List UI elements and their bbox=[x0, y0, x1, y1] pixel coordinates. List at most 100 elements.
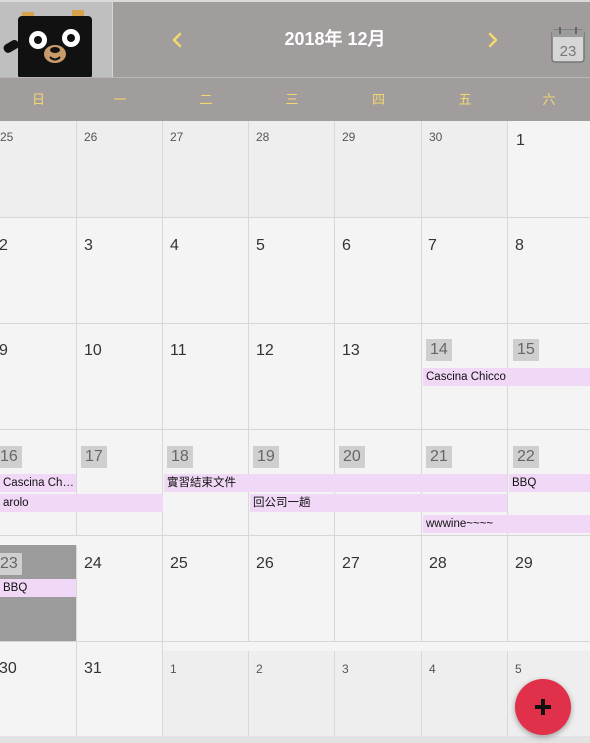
day-number: 5 bbox=[515, 662, 522, 676]
day-number: 5 bbox=[256, 237, 265, 254]
day-cell[interactable]: 10 bbox=[77, 324, 163, 429]
day-cell[interactable]: 4 bbox=[163, 218, 249, 323]
day-number: 26 bbox=[256, 555, 274, 572]
day-cell[interactable]: 29 bbox=[508, 536, 590, 641]
day-number: 2 bbox=[256, 662, 263, 676]
day-cell[interactable]: 26 bbox=[249, 536, 335, 641]
day-cell[interactable]: 3 bbox=[335, 651, 422, 736]
day-cell[interactable]: 17 bbox=[77, 430, 163, 535]
day-number: 25 bbox=[170, 555, 188, 572]
event-bar[interactable]: BBQ bbox=[0, 579, 76, 597]
day-cell[interactable]: 1 bbox=[163, 651, 249, 736]
weekday-sat: 六 bbox=[542, 92, 556, 107]
day-cell[interactable]: 25 bbox=[163, 536, 249, 641]
event-bar[interactable]: wwwine~~~~ bbox=[423, 515, 590, 533]
day-number-highlighted: 22 bbox=[513, 446, 539, 468]
event-bar[interactable]: 回公司一趟 bbox=[250, 494, 507, 512]
weekday-fri: 五 bbox=[458, 92, 472, 107]
calendar-header: 2018年 12月 23 bbox=[0, 0, 590, 79]
day-number: 11 bbox=[170, 342, 187, 359]
month-title: 2018年 12月 bbox=[284, 29, 386, 49]
day-cell[interactable]: 28 bbox=[422, 536, 508, 641]
day-cell[interactable]: 11 bbox=[163, 324, 249, 429]
weekday-mon: 一 bbox=[113, 92, 127, 107]
day-cell[interactable]: 12 bbox=[249, 324, 335, 429]
day-cell[interactable]: 7 bbox=[422, 218, 508, 323]
day-number-highlighted: 21 bbox=[426, 446, 452, 468]
day-number: 6 bbox=[342, 237, 351, 254]
event-bar[interactable]: BBQ bbox=[509, 474, 590, 492]
day-number: 1 bbox=[170, 662, 177, 676]
weekday-tue: 二 bbox=[199, 92, 213, 107]
event-bar[interactable]: arolo bbox=[0, 494, 163, 512]
bottom-edge bbox=[0, 736, 590, 743]
day-cell[interactable]: 2 bbox=[249, 651, 335, 736]
calendar-app: 2018年 12月 23 日 一 二 三 四 五 六 25 26 27 28 2… bbox=[0, 0, 590, 743]
day-number: 25 bbox=[0, 130, 14, 144]
day-cell[interactable]: 30 bbox=[0, 642, 77, 736]
day-number-highlighted: 16 bbox=[0, 446, 22, 468]
chevron-left-icon bbox=[172, 32, 182, 48]
day-number-highlighted: 15 bbox=[513, 339, 539, 361]
weekday-sun: 日 bbox=[31, 92, 45, 107]
day-cell[interactable]: 27 bbox=[335, 536, 422, 641]
day-cell[interactable]: 30 bbox=[422, 121, 508, 217]
bear-mascot-icon bbox=[3, 10, 92, 79]
day-cell[interactable]: 28 bbox=[249, 121, 335, 217]
day-number: 9 bbox=[0, 342, 8, 359]
event-bar[interactable]: Cascina Chic... bbox=[0, 474, 76, 492]
day-number: 30 bbox=[429, 130, 443, 144]
day-number: 13 bbox=[342, 342, 360, 359]
day-number: 29 bbox=[515, 555, 533, 572]
weekday-wed: 三 bbox=[285, 92, 299, 107]
day-number: 4 bbox=[170, 237, 179, 254]
day-number: 1 bbox=[516, 132, 525, 149]
today-button[interactable]: 23 bbox=[550, 26, 586, 64]
day-cell[interactable]: 5 bbox=[249, 218, 335, 323]
day-cell[interactable]: 31 bbox=[77, 642, 163, 736]
day-cell[interactable]: 3 bbox=[77, 218, 163, 323]
chevron-right-icon bbox=[488, 32, 498, 48]
day-number-highlighted: 18 bbox=[167, 446, 193, 468]
day-cell[interactable]: 24 bbox=[77, 536, 163, 641]
day-cell[interactable]: 6 bbox=[335, 218, 422, 323]
today-number: 23 bbox=[560, 43, 577, 60]
plus-icon bbox=[535, 699, 551, 715]
day-number: 30 bbox=[0, 660, 17, 677]
day-number-highlighted: 19 bbox=[253, 446, 279, 468]
day-number: 10 bbox=[84, 342, 102, 359]
day-number: 26 bbox=[84, 130, 98, 144]
day-number: 28 bbox=[256, 130, 270, 144]
day-cell[interactable]: 2 bbox=[0, 218, 77, 323]
day-number: 27 bbox=[170, 130, 184, 144]
day-cell[interactable]: 13 bbox=[335, 324, 422, 429]
day-number: 24 bbox=[84, 555, 102, 572]
day-cell[interactable]: 4 bbox=[422, 651, 508, 736]
day-number: 12 bbox=[256, 342, 274, 359]
weekday-header-row: 日 一 二 三 四 五 六 bbox=[0, 77, 590, 121]
day-number: 7 bbox=[428, 237, 437, 254]
day-cell[interactable]: 27 bbox=[163, 121, 249, 217]
event-bar[interactable]: Cascina Chicco bbox=[423, 368, 590, 386]
day-cell[interactable]: 9 bbox=[0, 324, 77, 429]
prev-month-button[interactable] bbox=[162, 22, 192, 58]
day-number: 3 bbox=[342, 662, 349, 676]
day-number: 4 bbox=[429, 662, 436, 676]
day-number-highlighted: 17 bbox=[81, 446, 107, 468]
day-number-highlighted: 20 bbox=[339, 446, 365, 468]
day-cell[interactable]: 26 bbox=[77, 121, 163, 217]
day-number: 8 bbox=[515, 237, 524, 254]
next-month-button[interactable] bbox=[478, 22, 508, 58]
bear-logo bbox=[0, 2, 113, 79]
add-event-button[interactable] bbox=[515, 679, 571, 735]
event-bar[interactable]: 實習結束文件 bbox=[164, 474, 507, 492]
day-number: 31 bbox=[84, 660, 102, 677]
weekday-thu: 四 bbox=[371, 92, 385, 107]
day-cell[interactable]: 25 bbox=[0, 121, 77, 217]
day-cell[interactable]: 8 bbox=[508, 218, 590, 323]
day-number: 27 bbox=[342, 555, 360, 572]
day-cell[interactable]: 1 bbox=[508, 121, 590, 217]
calendar-today-icon: 23 bbox=[551, 27, 585, 63]
day-number-highlighted: 14 bbox=[426, 339, 452, 361]
day-cell[interactable]: 29 bbox=[335, 121, 422, 217]
